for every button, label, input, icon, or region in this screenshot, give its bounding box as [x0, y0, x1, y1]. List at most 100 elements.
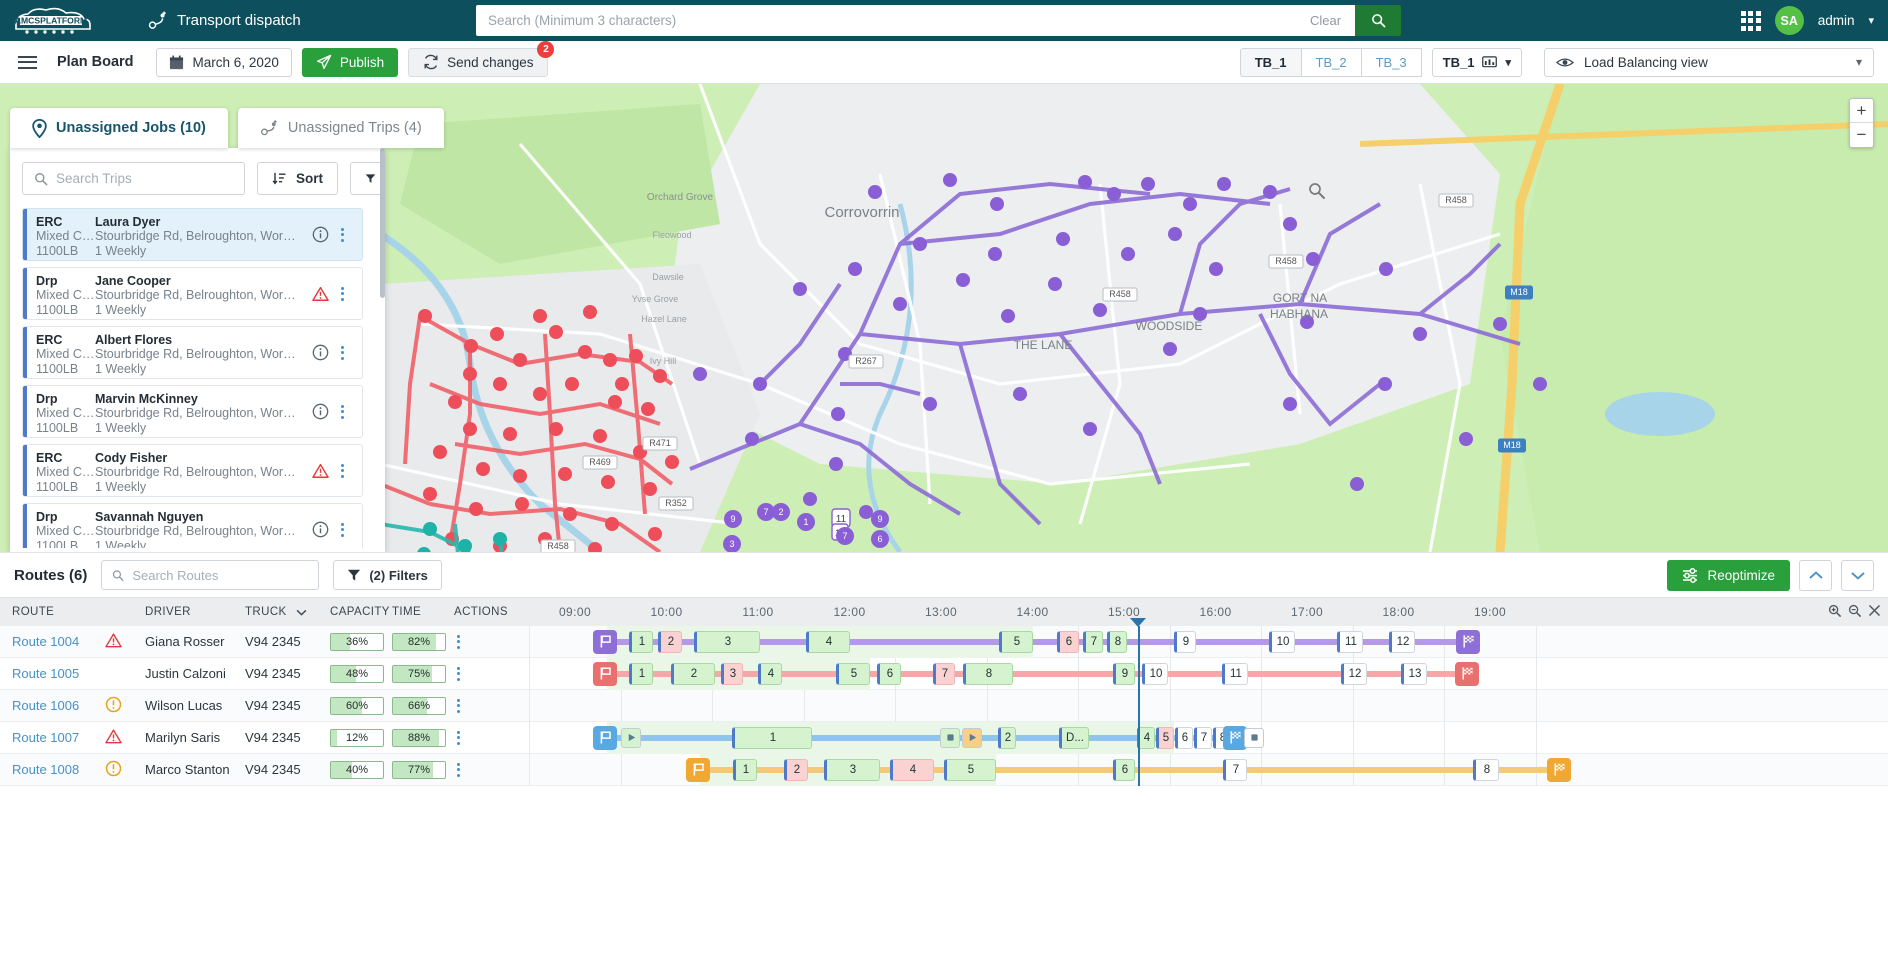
gantt-stop[interactable]: 7 — [1223, 759, 1247, 781]
gantt-route-line[interactable] — [603, 735, 1227, 741]
row-actions[interactable] — [454, 760, 529, 780]
gantt-stop[interactable]: 6 — [1057, 631, 1079, 653]
gantt-stop[interactable]: 8 — [1473, 759, 1499, 781]
tab-unassigned-trips[interactable]: Unassigned Trips (4) — [238, 108, 444, 148]
job-kebab-menu[interactable] — [338, 284, 347, 304]
gantt-stop[interactable]: 2 — [671, 663, 715, 685]
kebab-icon[interactable] — [454, 696, 529, 716]
job-kebab-menu[interactable] — [338, 343, 347, 363]
zoom-in-icon[interactable] — [1828, 604, 1842, 618]
route-start-flag[interactable] — [593, 662, 617, 686]
zoom-out-icon[interactable] — [1848, 604, 1862, 618]
publish-button[interactable]: Publish — [302, 48, 398, 77]
gantt-stop[interactable]: 12 — [1389, 631, 1415, 653]
table-row[interactable]: Route 1008 Marco Stanton V94 2345 40% 77… — [0, 754, 1888, 786]
gantt-stop[interactable]: 2 — [658, 631, 682, 653]
table-row[interactable]: Route 1007 Marilyn Saris V94 2345 12% 88… — [0, 722, 1888, 754]
warning-icon[interactable] — [312, 286, 329, 302]
row-actions[interactable] — [454, 632, 529, 652]
reoptimize-button[interactable]: Reoptimize — [1667, 560, 1790, 591]
info-icon[interactable] — [312, 521, 329, 538]
info-icon[interactable] — [312, 403, 329, 420]
column-header-truck[interactable]: TRUCK — [245, 606, 330, 618]
kebab-icon[interactable] — [454, 632, 529, 652]
gantt-stop[interactable]: 10 — [1269, 631, 1295, 653]
send-changes-button[interactable]: Send changes 2 — [408, 48, 548, 77]
route-link[interactable]: Route 1007 — [0, 730, 105, 745]
gantt-stop[interactable]: 5 — [999, 631, 1033, 653]
route-link[interactable]: Route 1004 — [0, 634, 105, 649]
route-status-icon[interactable] — [105, 696, 145, 716]
sort-button[interactable]: Sort — [257, 162, 338, 195]
tb-selector[interactable]: TB_1 ▾ — [1432, 48, 1522, 77]
search-clear-button[interactable]: Clear — [1296, 5, 1355, 36]
tb-tab-3[interactable]: TB_3 — [1362, 48, 1422, 77]
gantt-marker[interactable] — [1244, 728, 1264, 748]
gantt-stop[interactable]: 7 — [933, 663, 955, 685]
route-link[interactable]: Route 1005 — [0, 666, 105, 681]
gantt-stop[interactable]: 8 — [963, 663, 1013, 685]
gantt-row[interactable] — [529, 690, 1888, 722]
job-card[interactable]: ERC Mixed C&D 1100LB Albert Flores Stour… — [22, 326, 363, 379]
job-card[interactable]: Drp Mixed C&D 1100LB Marvin McKinney Sto… — [22, 385, 363, 438]
gantt-stop[interactable]: 11 — [1337, 631, 1363, 653]
gantt-stop[interactable]: 6 — [877, 663, 901, 685]
route-start-flag[interactable] — [593, 726, 617, 750]
job-card[interactable]: ERC Mixed C&D 1100LB Cody Fisher Stourbr… — [22, 444, 363, 497]
routes-search-input[interactable] — [132, 568, 308, 583]
gantt-stop[interactable]: 3 — [694, 631, 760, 653]
search-submit-button[interactable] — [1355, 5, 1401, 36]
info-icon[interactable] — [312, 226, 329, 243]
warning-icon[interactable] — [312, 463, 329, 479]
map-zoom-in-button[interactable]: + — [1850, 99, 1873, 123]
alert-icon[interactable] — [105, 696, 122, 713]
view-selector[interactable]: Load Balancing view ▾ — [1544, 48, 1874, 77]
job-card[interactable]: Drp Mixed C&D 1100LB Savannah Nguyen Sto… — [22, 503, 363, 548]
job-card[interactable]: Drp Mixed C&D 1100LB Jane Cooper Stourbr… — [22, 267, 363, 320]
tab-unassigned-jobs[interactable]: Unassigned Jobs (10) — [10, 108, 228, 148]
close-icon[interactable] — [1868, 604, 1881, 617]
gantt-stop[interactable]: 5 — [1156, 727, 1174, 749]
grid-apps-icon[interactable] — [1741, 11, 1761, 31]
gantt-stop[interactable]: 13 — [1401, 663, 1427, 685]
info-icon[interactable] — [312, 344, 329, 361]
gantt-stop[interactable]: 8 — [1107, 631, 1127, 653]
route-end-flag[interactable] — [1455, 662, 1479, 686]
route-status-icon[interactable] — [105, 633, 145, 651]
gantt-row[interactable]: 12345678910111213 — [529, 658, 1888, 690]
job-kebab-menu[interactable] — [338, 225, 347, 245]
gantt-stop[interactable]: 6 — [1113, 759, 1135, 781]
trips-search[interactable] — [22, 162, 245, 195]
chevron-down-icon[interactable]: ▾ — [1868, 14, 1874, 27]
row-actions[interactable] — [454, 696, 529, 716]
route-status-icon[interactable] — [105, 760, 145, 780]
gantt-stop[interactable]: 4 — [890, 759, 934, 781]
search-input[interactable] — [476, 5, 1296, 36]
job-kebab-menu[interactable] — [338, 402, 347, 422]
gantt-stop[interactable]: 1 — [733, 759, 757, 781]
job-card[interactable]: ERC Mixed C&D 1100LB Laura Dyer Stourbri… — [22, 208, 363, 261]
unassigned-jobs-list[interactable]: ERC Mixed C&D 1100LB Laura Dyer Stourbri… — [22, 208, 373, 548]
gantt-stop[interactable]: 7 — [1194, 727, 1212, 749]
warning-icon[interactable] — [105, 729, 122, 744]
route-start-flag[interactable] — [686, 758, 710, 782]
gantt-stop[interactable]: 12 — [1341, 663, 1367, 685]
row-actions[interactable] — [454, 728, 529, 748]
route-end-flag[interactable] — [1456, 630, 1480, 654]
nav-app-transport-dispatch[interactable]: Transport dispatch — [148, 11, 301, 31]
table-row[interactable]: Route 1006 Wilson Lucas V94 2345 60% 66% — [0, 690, 1888, 722]
gantt-stop[interactable]: 1 — [629, 663, 653, 685]
panel-collapse-up-button[interactable] — [1799, 560, 1832, 591]
route-link[interactable]: Route 1008 — [0, 762, 105, 777]
route-status-icon[interactable] — [105, 729, 145, 747]
gantt-stop[interactable]: 9 — [1174, 631, 1196, 653]
gantt-stop[interactable]: 11 — [1222, 663, 1248, 685]
job-kebab-menu[interactable] — [338, 461, 347, 481]
jobs-list-scroll-thumb[interactable] — [380, 148, 385, 298]
warning-icon[interactable] — [105, 633, 122, 648]
kebab-icon[interactable] — [454, 664, 529, 684]
gantt-stop[interactable]: 1 — [629, 631, 653, 653]
gantt-stop[interactable]: 2 — [784, 759, 808, 781]
route-link[interactable]: Route 1006 — [0, 698, 105, 713]
tb-tab-2[interactable]: TB_2 — [1302, 48, 1362, 77]
